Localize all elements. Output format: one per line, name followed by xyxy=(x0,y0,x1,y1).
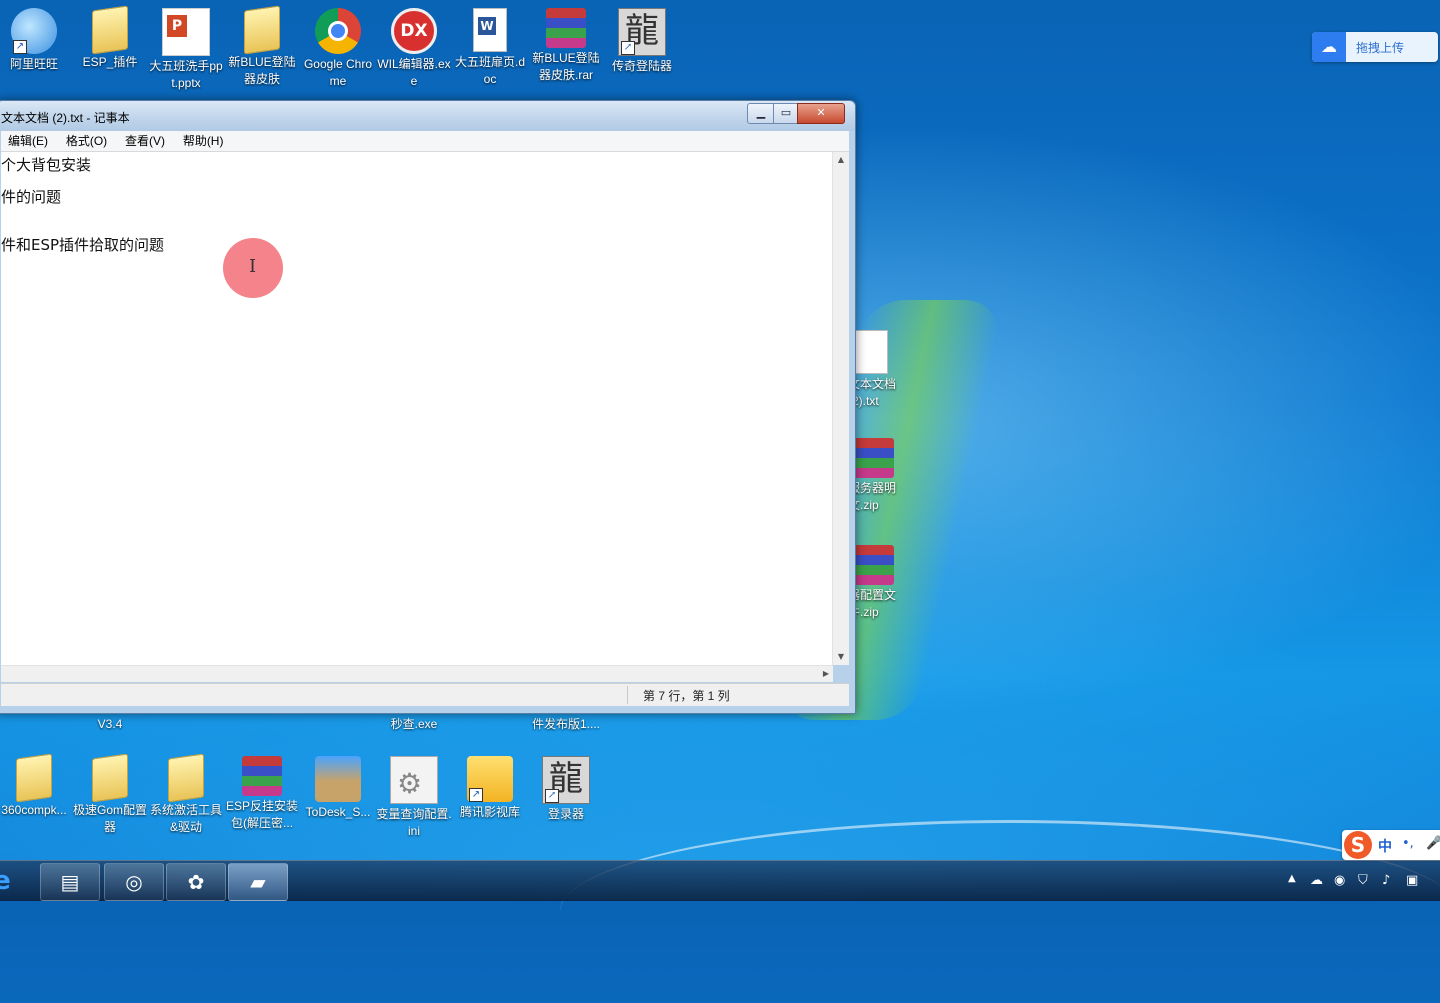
text-file-icon xyxy=(854,330,888,374)
desktop-icon-activation-tools[interactable]: 系统激活工具&驱动 xyxy=(148,753,224,836)
upload-label: 拖拽上传 xyxy=(1356,41,1405,55)
desktop-icon-chrome[interactable]: Google Chrome xyxy=(300,8,376,90)
folder-icon xyxy=(16,753,52,803)
desktop-icon-config-zip[interactable]: 器配置文件.zip xyxy=(848,545,910,621)
text-editor[interactable]: 个大背包安装 件的问题 件和ESP插件拾取的问题 xyxy=(1,152,833,665)
status-divider xyxy=(627,686,628,704)
notepad-window[interactable]: 文本文档 (2).txt - 记事本 ▁ ▭ ✕ 编辑(E) 格式(O) 查看(… xyxy=(0,100,856,714)
desktop-icon-server-zip[interactable]: 服务器明文.zip xyxy=(848,438,910,514)
desktop-icon-login-tool[interactable]: 龍 ↗ 登录器 xyxy=(528,756,604,823)
menu-edit[interactable]: 编辑(E) xyxy=(1,131,55,151)
scroll-right-arrow-icon[interactable]: ▶ xyxy=(823,666,829,682)
minimize-button[interactable]: ▁ xyxy=(747,103,775,124)
tray-network-icon[interactable]: ▣ xyxy=(1406,873,1418,888)
dragon-icon: 龍 ↗ xyxy=(618,8,666,56)
desktop-icon-wil-editor[interactable]: DX WIL编辑器.exe xyxy=(376,8,452,90)
close-button[interactable]: ✕ xyxy=(797,103,845,124)
sogou-logo-icon: S xyxy=(1344,831,1372,859)
ime-toolbar[interactable]: S 中 •, 🎤 xyxy=(1342,830,1440,860)
tray-security-icon[interactable]: ⛉ xyxy=(1358,873,1368,888)
status-bar: 第 7 行，第 1 列 xyxy=(1,683,849,706)
tray-netdisk-icon[interactable]: ☁ xyxy=(1310,873,1323,888)
desktop-icon-word-doc[interactable]: 大五班扉页.doc xyxy=(452,8,528,88)
explorer-icon[interactable]: ▤ xyxy=(40,863,100,901)
cursor-position: 第 7 行，第 1 列 xyxy=(643,689,730,703)
winrar-icon xyxy=(546,8,586,48)
ime-mode[interactable]: 中 xyxy=(1378,836,1392,856)
folder-icon xyxy=(92,5,128,55)
window-title: 文本文档 (2).txt - 记事本 xyxy=(1,111,130,125)
desktop-icon-tencent-video[interactable]: ↗ 腾讯影视库 xyxy=(452,756,528,821)
tencent-video-icon: ↗ xyxy=(467,756,513,802)
menu-bar: 编辑(E) 格式(O) 查看(V) 帮助(H) xyxy=(1,131,849,152)
desktop-icon-todesk[interactable]: ToDesk_S... xyxy=(300,756,376,821)
baidu-upload-widget[interactable]: ☁ 拖拽上传 xyxy=(1312,32,1438,62)
desktop-icon-legend-launcher[interactable]: 龍 ↗ 传奇登陆器 xyxy=(604,8,680,75)
desktop-label-partial[interactable]: 秒查.exe xyxy=(376,716,452,733)
winrar-icon xyxy=(854,438,894,478)
maximize-button[interactable]: ▭ xyxy=(773,103,799,124)
desktop-icon-blue-skin-folder[interactable]: 新BLUE登陆器皮肤 xyxy=(224,5,300,88)
notepad-titlebar[interactable]: 文本文档 (2).txt - 记事本 ▁ ▭ ✕ xyxy=(0,101,855,131)
desktop-icon-360compk[interactable]: 360compk... xyxy=(0,753,72,819)
menu-format[interactable]: 格式(O) xyxy=(59,131,114,151)
aliwangwang-icon: ↗ xyxy=(11,8,57,54)
ie-icon[interactable]: e xyxy=(0,863,22,899)
desktop-icon-esp-anticheat[interactable]: ESP反挂安装包(解压密... xyxy=(224,756,300,832)
desktop-icon-variable-config[interactable]: 变量查询配置.ini xyxy=(376,756,452,840)
folder-icon xyxy=(244,5,280,55)
text-line: 件和ESP插件拾取的问题 xyxy=(1,236,165,254)
desktop-label-partial[interactable]: 件发布版1.... xyxy=(528,716,604,733)
desktop-icon-text-file[interactable]: 文本文档(2).txt xyxy=(848,330,910,410)
desktop-icon-esp-plugin[interactable]: ESP_插件 xyxy=(72,5,148,71)
winrar-icon xyxy=(242,756,282,796)
ime-punctuation[interactable]: •, xyxy=(1402,836,1414,851)
scroll-down-arrow-icon[interactable]: ▼ xyxy=(833,649,849,665)
vertical-scrollbar[interactable]: ▲ ▼ xyxy=(832,152,849,665)
dragon-icon: 龍 ↗ xyxy=(542,756,590,804)
text-line: 个大背包安装 xyxy=(1,156,92,174)
dx-icon: DX xyxy=(391,8,437,54)
horizontal-scrollbar[interactable]: ▶ xyxy=(1,665,833,682)
menu-help[interactable]: 帮助(H) xyxy=(176,131,231,151)
chrome-icon xyxy=(315,8,361,54)
powerpoint-icon xyxy=(162,8,210,56)
word-icon xyxy=(473,8,507,52)
folder-icon xyxy=(168,753,204,803)
baidu-netdisk-icon[interactable]: ✿ xyxy=(166,863,226,901)
todesk-icon xyxy=(315,756,361,802)
winrar-icon xyxy=(854,545,894,585)
text-line: 件的问题 xyxy=(1,188,62,206)
edge-icon[interactable]: ◎ xyxy=(104,863,164,901)
desktop-label-partial[interactable]: V3.4 xyxy=(72,716,148,733)
notepad-icon[interactable]: ▰ xyxy=(228,863,288,901)
folder-icon xyxy=(92,753,128,803)
wallpaper-streak xyxy=(560,820,1440,1003)
cloud-icon: ☁ xyxy=(1312,32,1346,62)
config-file-icon xyxy=(390,756,438,804)
menu-view[interactable]: 查看(V) xyxy=(118,131,172,151)
tray-expand-icon[interactable]: ▲ xyxy=(1288,873,1296,884)
microphone-icon[interactable]: 🎤 xyxy=(1426,836,1440,851)
tray-volume-icon[interactable]: ♪ xyxy=(1382,873,1390,888)
desktop-icon-gom-config[interactable]: 极速Gom配置器 xyxy=(72,753,148,836)
scroll-up-arrow-icon[interactable]: ▲ xyxy=(833,152,849,168)
tray-qq-icon[interactable]: ◉ xyxy=(1334,873,1345,888)
desktop-icon-aliwangwang[interactable]: ↗ 阿里旺旺 xyxy=(0,8,72,73)
desktop-icon-ppt[interactable]: 大五班洗手ppt.pptx xyxy=(148,8,224,92)
taskbar: e ▤ ◎ ✿ ▰ ▲ ☁ ◉ ⛉ ♪ ▣ xyxy=(0,860,1440,901)
desktop-icon-blue-skin-rar[interactable]: 新BLUE登陆器皮肤.rar xyxy=(528,8,604,84)
mouse-cursor-highlight xyxy=(223,238,283,298)
